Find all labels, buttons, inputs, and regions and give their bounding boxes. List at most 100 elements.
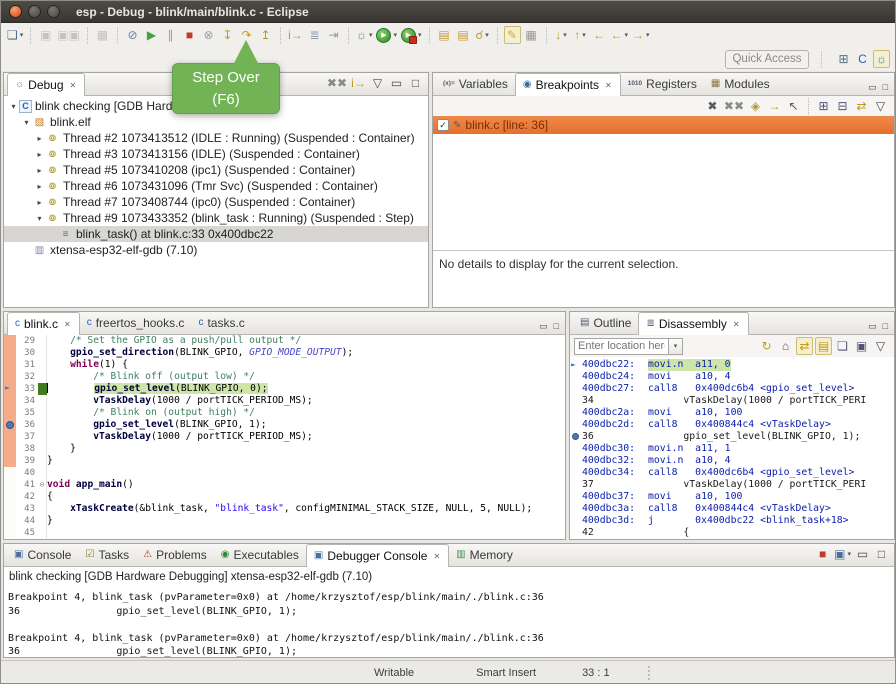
line-number[interactable]: 44 (16, 515, 38, 527)
console-terminate-button[interactable]: ■ (814, 545, 831, 563)
last-edit-location-button[interactable]: ← (591, 26, 608, 44)
editor-line[interactable]: 40 (4, 467, 565, 479)
disassembly-instruction-line[interactable]: 400dbc30:movi.n a11, 1 (570, 443, 894, 455)
close-tab-icon[interactable]: ✕ (69, 80, 78, 91)
open-resource-button[interactable]: ▤ (455, 26, 472, 44)
line-number[interactable]: 34 (16, 395, 38, 407)
editor-line[interactable]: 34 vTaskDelay(1000 / portTICK_PERIOD_MS)… (4, 395, 565, 407)
disassembly-tab-outline[interactable]: ▤Outline (573, 312, 638, 334)
close-tab-icon[interactable]: ✕ (432, 551, 441, 562)
close-tab-icon[interactable]: ✕ (604, 80, 613, 91)
window-maximize-button[interactable] (47, 5, 60, 18)
disassembly-instruction-line[interactable]: 400dbc3a:call8 0x400844c4 <vTaskDelay> (570, 503, 894, 515)
location-dropdown-icon[interactable]: ▾ (669, 338, 683, 355)
step-return-button[interactable]: ↥ (257, 26, 274, 44)
suspend-button[interactable]: ∥ (162, 26, 179, 44)
editor-line[interactable]: 37 vTaskDelay(1000 / portTICK_PERIOD_MS)… (4, 431, 565, 443)
debug-tab-debug[interactable]: ☼Debug✕ (7, 73, 85, 96)
disasm-maximize-icon[interactable]: □ (883, 322, 888, 331)
disassembly-source-line[interactable]: 37 vTaskDelay(1000 / portTICK_PERI (570, 479, 894, 491)
debug-configurations-dropdown-icon[interactable]: ▾ (369, 31, 373, 39)
debug-tree-item[interactable]: ≡blink_task() at blink.c:33 0x400dbc22 (4, 226, 428, 242)
console-tab-problems[interactable]: ⚠Problems (136, 544, 214, 566)
show-breakpoint-types-button[interactable]: ◈ (747, 97, 764, 115)
right-tab-modules[interactable]: ▦Modules (704, 73, 777, 95)
back-dropdown-icon[interactable]: ▾ (625, 31, 629, 39)
expand-closed-icon[interactable]: ▸ (34, 198, 45, 207)
remove-all-terminated-button[interactable]: ✖✖ (326, 74, 348, 92)
editor-minimize-icon[interactable]: ▭ (539, 322, 548, 331)
skip-all-breakpoints-button[interactable]: ⊘ (124, 26, 141, 44)
instruction-stepping-button[interactable]: i→ (287, 26, 304, 44)
disassembly-tab-disassembly[interactable]: ≣Disassembly✕ (638, 312, 748, 335)
line-number[interactable]: 35 (16, 407, 38, 419)
save-button[interactable]: ▣ (37, 26, 54, 44)
disassembly-instruction-line[interactable]: 400dbc27:call8 0x400dc6b4 <gpio_set_leve… (570, 383, 894, 395)
fold-collapse-icon[interactable]: ⊖ (38, 479, 47, 491)
right-minimize-icon[interactable]: ▭ (868, 83, 877, 92)
disassembly-source-line[interactable]: 34 vTaskDelay(1000 / portTICK_PERI (570, 395, 894, 407)
editor-line[interactable]: 31 while(1) { (4, 359, 565, 371)
terminate-button[interactable]: ■ (181, 26, 198, 44)
pin-view-button[interactable]: ▣ (853, 337, 870, 355)
line-number[interactable]: 31 (16, 359, 38, 371)
window-close-button[interactable] (9, 5, 22, 18)
disassembly-instruction-line[interactable]: 400dbc24:movi a10, 4 (570, 371, 894, 383)
debug-view-menu-button[interactable]: ▽ (369, 74, 386, 92)
breakpoint-checkbox[interactable]: ✓ (437, 119, 449, 131)
editor-maximize-icon[interactable]: □ (554, 322, 559, 331)
display-selected-console-button[interactable]: ▣▾ (833, 545, 852, 563)
debug-configurations-button[interactable]: ☼▾ (355, 26, 374, 44)
remove-breakpoint-button[interactable]: ✖ (704, 97, 721, 115)
disassembly-listing[interactable]: ►400dbc22:movi.n a11, 0400dbc24:movi a10… (570, 357, 894, 539)
line-number[interactable]: 30 (16, 347, 38, 359)
line-number[interactable]: 41 (16, 479, 38, 491)
disasm-refresh-button[interactable]: ↻ (758, 337, 775, 355)
editor-line[interactable]: 43 xTaskCreate(&blink_task, "blink_task"… (4, 503, 565, 515)
open-new-view-button[interactable]: ❏ (834, 337, 851, 355)
external-tools-button[interactable]: ▶▾ (400, 26, 423, 44)
toggle-block-selection-button[interactable]: ▦ (523, 26, 540, 44)
debug-tree-item[interactable]: ▸⊚Thread #3 1073413156 (IDLE) (Suspended… (4, 146, 428, 162)
expand-closed-icon[interactable]: ▸ (34, 166, 45, 175)
disassembly-instruction-line[interactable]: 400dbc37:movi a10, 100 (570, 491, 894, 503)
save-all-button[interactable]: ▣▣ (56, 26, 81, 44)
run-dropdown-icon[interactable]: ▾ (393, 31, 397, 39)
remove-all-breakpoints-button[interactable]: ✖✖ (723, 97, 745, 115)
line-number[interactable]: 33 (16, 383, 38, 395)
editor-line[interactable]: 42{ (4, 491, 565, 503)
line-number[interactable]: 43 (16, 503, 38, 515)
console-tab-debugger-console[interactable]: ▣Debugger Console✕ (306, 544, 449, 567)
editor-tab-tasks-c[interactable]: ctasks.c (191, 312, 251, 334)
disasm-home-button[interactable]: ⌂ (777, 337, 794, 355)
search-dropdown-icon[interactable]: ▾ (485, 31, 489, 39)
disassembly-instruction-line[interactable]: 400dbc2a:movi a10, 100 (570, 407, 894, 419)
console-maximize-button[interactable]: □ (873, 545, 890, 563)
location-input[interactable] (574, 338, 669, 355)
debug-tree-item[interactable]: ▾⊚Thread #9 1073433352 (blink_task : Run… (4, 210, 428, 226)
show-source-button[interactable]: ▤ (815, 337, 832, 355)
expand-open-icon[interactable]: ▾ (8, 102, 19, 111)
resume-button[interactable]: ▶ (143, 26, 160, 44)
debug-instruction-stepping-button[interactable]: i→ (350, 74, 367, 92)
open-perspective-button[interactable]: ⊞ (835, 50, 852, 68)
disconnect-button[interactable]: ⊗ (200, 26, 217, 44)
mark-occurrences-button[interactable]: ✎ (504, 26, 521, 44)
editor-line[interactable]: 38 } (4, 443, 565, 455)
editor-line[interactable]: 29 /* Set the GPIO as a push/pull output… (4, 335, 565, 347)
open-element-button[interactable]: ▤ (436, 26, 453, 44)
search-button[interactable]: ☌▾ (474, 26, 491, 44)
console-log[interactable]: Breakpoint 4, blink_task (pvParameter=0x… (4, 585, 894, 657)
console-tab-console[interactable]: ▣Console (7, 544, 78, 566)
skip-all-breakpoints-view-button[interactable]: ↖ (785, 97, 802, 115)
breakpoint-row[interactable]: ✓✎blink.c [line: 36] (433, 116, 894, 134)
right-maximize-icon[interactable]: □ (883, 83, 888, 92)
editor-line[interactable]: 39} (4, 455, 565, 467)
use-step-filters-button[interactable]: ⇥ (325, 26, 342, 44)
editor-tab-freertos-hooks-c[interactable]: cfreertos_hooks.c (80, 312, 192, 334)
drop-to-frame-button[interactable]: ≣ (306, 26, 323, 44)
editor-tab-blink-c[interactable]: cblink.c✕ (7, 312, 80, 335)
right-tab-variables[interactable]: (x)=Variables (436, 73, 515, 95)
line-number[interactable]: 42 (16, 491, 38, 503)
line-number[interactable]: 32 (16, 371, 38, 383)
